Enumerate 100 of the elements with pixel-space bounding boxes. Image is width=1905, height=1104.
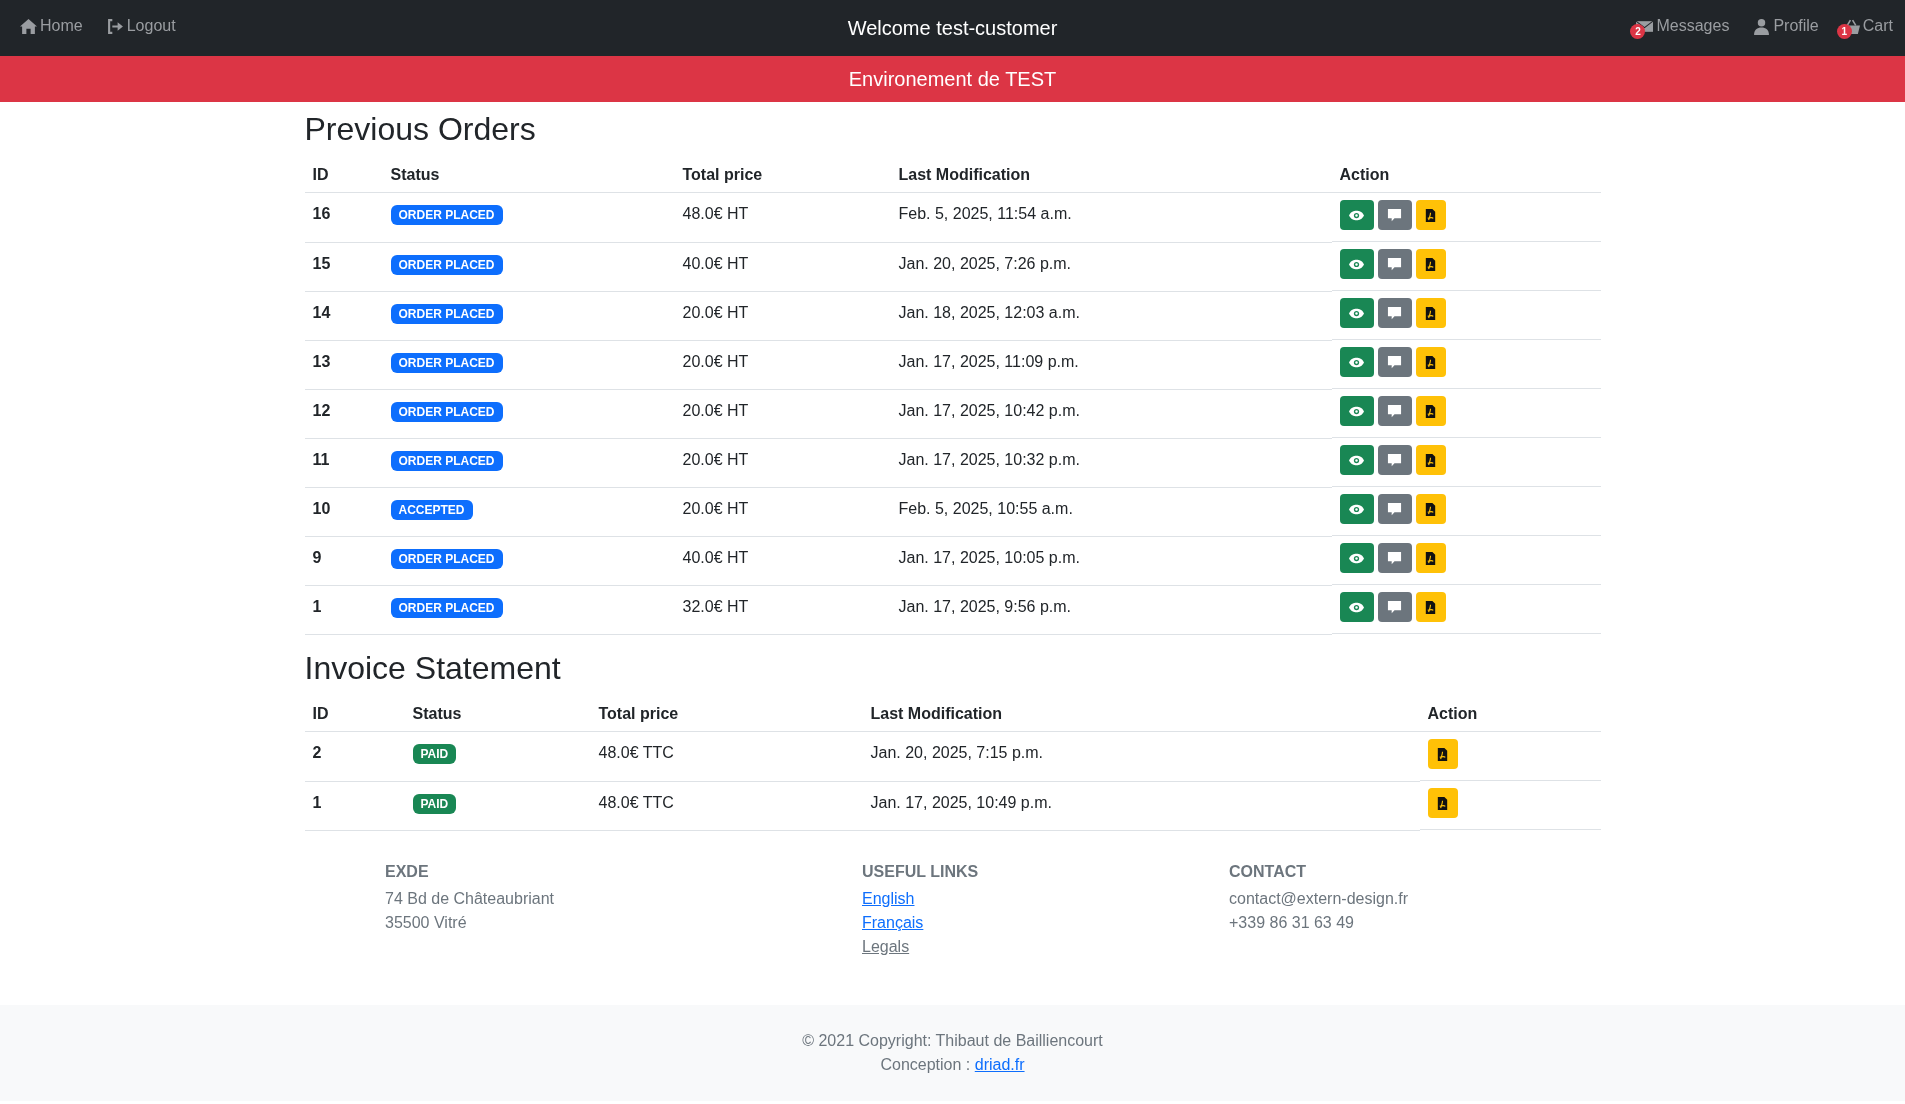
pdf-button[interactable] [1415,396,1446,427]
speech-bubble-icon [1387,354,1402,370]
pdf-button[interactable] [1415,298,1446,329]
date-cell: Jan. 17, 2025, 10:42 p.m. [898,401,1080,419]
pdf-button[interactable] [1415,592,1446,623]
date-cell: Jan. 17, 2025, 10:05 p.m. [898,548,1080,566]
copyright-text: © 2021 Copyright: Thibaut de Bailliencourt [801,1030,1104,1051]
section-title: Invoice Statement [304,648,562,688]
comment-button[interactable] [1377,543,1412,574]
status-badge: ORDER PLACED [390,352,503,373]
id-cell: 16 [312,205,331,223]
footer-link[interactable]: English [862,889,915,907]
nav-link[interactable]: 2 Messages [1628,13,1730,43]
price-cell: 20.0€ HT [682,401,749,419]
pdf-file-icon [1435,795,1450,811]
date-cell: Jan. 17, 2025, 10:32 p.m. [898,450,1080,468]
footer-heading: EXDE [385,862,430,881]
footer-heading: CONTACT [1229,862,1308,881]
nav-link[interactable]: Profile [1745,13,1819,43]
column-header: Total price [598,705,679,723]
speech-bubble-icon [1387,550,1402,566]
pdf-file-icon [1423,501,1438,517]
pdf-button[interactable] [1415,347,1446,378]
price-cell: 48.0€ TTC [598,793,674,811]
column-header: Status [390,166,440,184]
comment-button[interactable] [1377,298,1412,329]
footer-text: 74 Bd de Châteaubriant [385,888,555,909]
pdf-file-icon [1423,354,1438,370]
view-button[interactable] [1339,298,1374,329]
comment-button[interactable] [1377,249,1412,280]
pdf-button[interactable] [1415,494,1446,525]
status-badge: ACCEPTED [390,499,473,520]
pdf-button[interactable] [1415,445,1446,476]
view-button[interactable] [1339,200,1374,231]
comment-button[interactable] [1377,396,1412,427]
column-header: Action [1339,166,1390,184]
conception-text: Conception : [880,1055,971,1073]
comment-button[interactable] [1377,494,1412,525]
nav-link[interactable]: Home [12,13,83,43]
comment-button[interactable] [1377,347,1412,378]
footer-text: 35500 Vitré [385,912,468,933]
date-cell: Jan. 17, 2025, 11:09 p.m. [898,352,1079,370]
id-cell: 13 [312,352,331,370]
status-badge: ORDER PLACED [390,548,503,569]
pdf-file-icon [1423,256,1438,272]
pdf-file-icon [1423,403,1438,419]
column-header: Action [1427,705,1478,723]
pdf-button[interactable] [1415,200,1446,231]
count-badge: 1 [1836,23,1852,39]
comment-button[interactable] [1377,200,1412,231]
id-cell: 1 [312,597,322,615]
footer-text: +339 86 31 63 49 [1229,912,1355,933]
speech-bubble-icon [1387,403,1402,419]
pdf-button[interactable] [1427,739,1458,770]
designer-link[interactable]: driad.fr [974,1055,1025,1073]
price-cell: 48.0€ HT [682,205,749,223]
price-cell: 20.0€ HT [682,450,749,468]
comment-button[interactable] [1377,592,1412,623]
section-title: Previous Orders [304,110,537,149]
date-cell: Jan. 17, 2025, 9:56 p.m. [898,597,1072,615]
status-badge: ORDER PLACED [390,205,503,226]
status-badge: PAID [412,744,457,765]
date-cell: Jan. 20, 2025, 7:26 p.m. [898,254,1072,272]
pdf-button[interactable] [1427,788,1458,819]
view-button[interactable] [1339,347,1374,378]
view-button[interactable] [1339,494,1374,525]
nav-link[interactable]: 1 Cart [1834,13,1893,43]
view-button[interactable] [1339,592,1374,623]
date-cell: Jan. 17, 2025, 10:49 p.m. [870,793,1052,811]
id-cell: 12 [312,401,331,419]
column-header: ID [312,166,329,184]
pdf-button[interactable] [1415,543,1446,574]
view-button[interactable] [1339,445,1374,476]
nav-link[interactable]: Logout [98,13,176,43]
date-cell: Jan. 20, 2025, 7:15 p.m. [870,744,1044,762]
view-button[interactable] [1339,543,1374,574]
status-badge: ORDER PLACED [390,597,503,618]
column-header: Total price [682,166,763,184]
view-button[interactable] [1339,396,1374,427]
pdf-file-icon [1423,207,1438,223]
pdf-button[interactable] [1415,249,1446,280]
status-badge: ORDER PLACED [390,401,503,422]
speech-bubble-icon [1387,599,1402,615]
price-cell: 20.0€ HT [682,352,749,370]
status-badge: ORDER PLACED [390,450,503,471]
id-cell: 9 [312,548,322,566]
view-button[interactable] [1339,249,1374,280]
pdf-file-icon [1423,599,1438,615]
column-header: Last Modification [870,705,1003,723]
comment-button[interactable] [1377,445,1412,476]
id-cell: 11 [312,450,330,468]
home-icon [20,17,37,35]
footer-link[interactable]: Français [862,913,924,931]
price-cell: 20.0€ HT [682,499,749,517]
speech-bubble-icon [1387,207,1402,223]
pdf-file-icon [1423,550,1438,566]
footer-link[interactable]: Legals [862,937,910,955]
status-badge: PAID [412,793,457,814]
date-cell: Feb. 5, 2025, 11:54 a.m. [898,205,1072,223]
footer-text: contact@extern-design.fr [1229,888,1408,909]
